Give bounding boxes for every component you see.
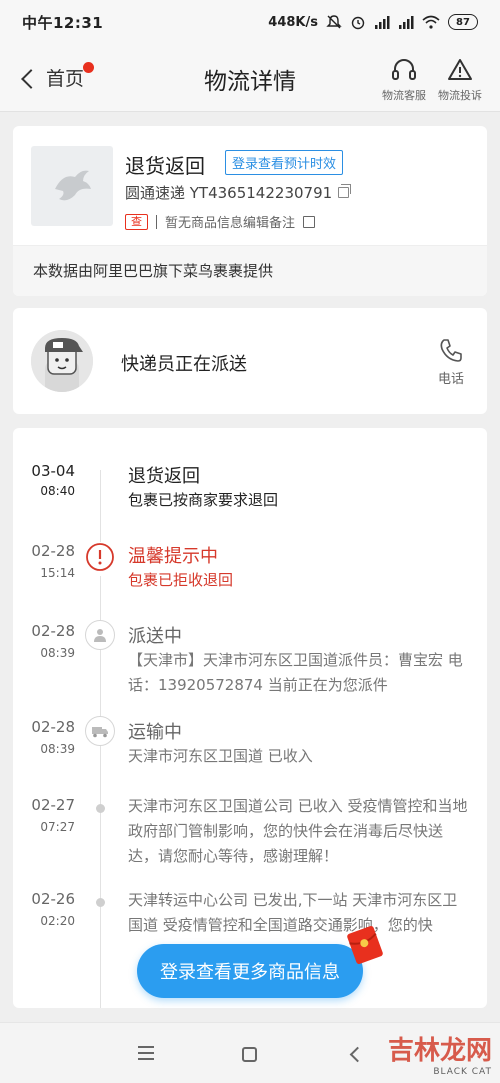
timeline-title: 派送中: [128, 626, 182, 647]
timeline-time: 08:39: [40, 646, 75, 660]
timeline-card: 03-04 08:40 退货返回 包裹已按商家要求退回 02-28 15:14 …: [13, 428, 487, 1008]
check-tag[interactable]: 查: [125, 213, 148, 230]
edit-icon[interactable]: [303, 215, 316, 228]
complaint-label: 物流投诉: [438, 89, 482, 102]
divider: [156, 214, 157, 229]
timeline-time: 08:39: [40, 742, 75, 756]
status-bar: 中午12:31 448K/s 87: [0, 0, 500, 44]
battery-icon: 87: [448, 14, 478, 30]
timeline-date: 02-28: [31, 718, 75, 736]
timeline-time: 02:20: [40, 914, 75, 928]
watermark-sub: BLACK CAT: [433, 1067, 492, 1077]
timeline-time: 08:40: [40, 484, 75, 498]
timeline-title: 运输中: [128, 722, 182, 743]
timeline-date: 02-28: [31, 542, 75, 560]
status-time: 中午12:31: [22, 13, 104, 32]
home-icon[interactable]: [242, 1047, 257, 1062]
timeline-desc: 【天津市】天津市河东区卫国道派件员：曹宝宏 电话：13920572874 当前正…: [128, 651, 463, 694]
product-thumbnail: [31, 146, 113, 226]
phone-icon: [440, 339, 462, 362]
package-card: 退货返回 登录查看预计时效 圆通速递 YT4365142230791 查 暂无商…: [13, 126, 487, 296]
watermark: 吉林龙网 BLACK CAT: [388, 1030, 492, 1077]
timeline-date: 02-28: [31, 622, 75, 640]
timeline-desc: 天津市河东区卫国道 已收入: [128, 747, 313, 765]
signal-icon-2: [399, 16, 414, 29]
timeline-date: 03-04: [31, 462, 75, 480]
headset-icon: [392, 59, 416, 80]
warning-icon: [448, 59, 472, 80]
menu-icon[interactable]: [138, 1046, 154, 1064]
courier-card: 快递员正在派送 电话: [13, 308, 487, 414]
login-more-info-button[interactable]: 登录查看更多商品信息: [137, 944, 363, 998]
timeline-title: 退货返回: [128, 466, 200, 487]
timeline-desc: 包裹已按商家要求退回: [128, 491, 279, 509]
wifi-icon: [422, 15, 440, 29]
customer-service-button[interactable]: 物流客服: [382, 56, 426, 103]
phone-button[interactable]: 电话: [437, 336, 465, 387]
login-estimate-button[interactable]: 登录查看预计时效: [225, 150, 344, 175]
timeline-desc: 包裹已拒收退回: [128, 571, 234, 589]
status-icons: 448K/s 87: [268, 14, 478, 30]
customer-service-label: 物流客服: [382, 89, 426, 102]
timeline-desc: 天津转运中心公司 已发出,下一站 天津市河东区卫国道 受疫情管控和全国道路交通影…: [128, 891, 458, 934]
complaint-button[interactable]: 物流投诉: [438, 56, 482, 103]
courier-info: 圆通速递 YT4365142230791: [125, 182, 352, 203]
timeline-date: 02-27: [31, 796, 75, 814]
watermark-text: 吉林龙网: [387, 1036, 492, 1066]
truck-icon: [85, 716, 115, 746]
header: 首页 物流详情 物流客服 物流投诉: [0, 44, 500, 112]
system-nav-bar: 吉林龙网 BLACK CAT: [0, 1022, 500, 1083]
courier-avatar-icon: [31, 330, 93, 392]
network-speed: 448K/s: [268, 14, 318, 30]
chevron-left-icon: [21, 68, 41, 89]
courier-avatar: [31, 330, 93, 392]
note-row: 查 暂无商品信息编辑备注: [125, 212, 316, 231]
timeline-title: 温馨提示中: [128, 546, 218, 567]
alert-icon: [85, 542, 115, 576]
package-status: 退货返回: [125, 154, 205, 178]
dot-icon: [96, 804, 105, 813]
dot-icon: [96, 898, 105, 907]
courier-tracking: 圆通速递 YT4365142230791: [125, 184, 333, 202]
back-button[interactable]: 首页: [21, 62, 95, 91]
notification-dot: [83, 62, 95, 73]
mute-icon: [326, 15, 342, 29]
timeline-date: 02-26: [31, 890, 75, 908]
timeline-desc: 天津市河东区卫国道公司 已收入 受疫情管控和当地政府部门管制影响，您的快件会在消…: [128, 797, 468, 865]
back-icon[interactable]: [349, 1046, 366, 1063]
timeline-time: 15:14: [40, 566, 75, 580]
bird-logo-icon: [55, 170, 91, 201]
person-icon: [85, 620, 115, 650]
signal-icon: [375, 16, 390, 29]
alarm-icon: [351, 16, 365, 30]
copy-icon[interactable]: [338, 184, 352, 198]
note-text[interactable]: 暂无商品信息编辑备注: [165, 212, 295, 231]
data-source-text: 本数据由阿里巴巴旗下菜鸟裹裹提供: [13, 246, 487, 296]
courier-message: 快递员正在派送: [121, 354, 247, 375]
timeline-time: 07:27: [40, 820, 75, 834]
phone-label: 电话: [437, 372, 464, 387]
back-label: 首页: [46, 68, 85, 90]
